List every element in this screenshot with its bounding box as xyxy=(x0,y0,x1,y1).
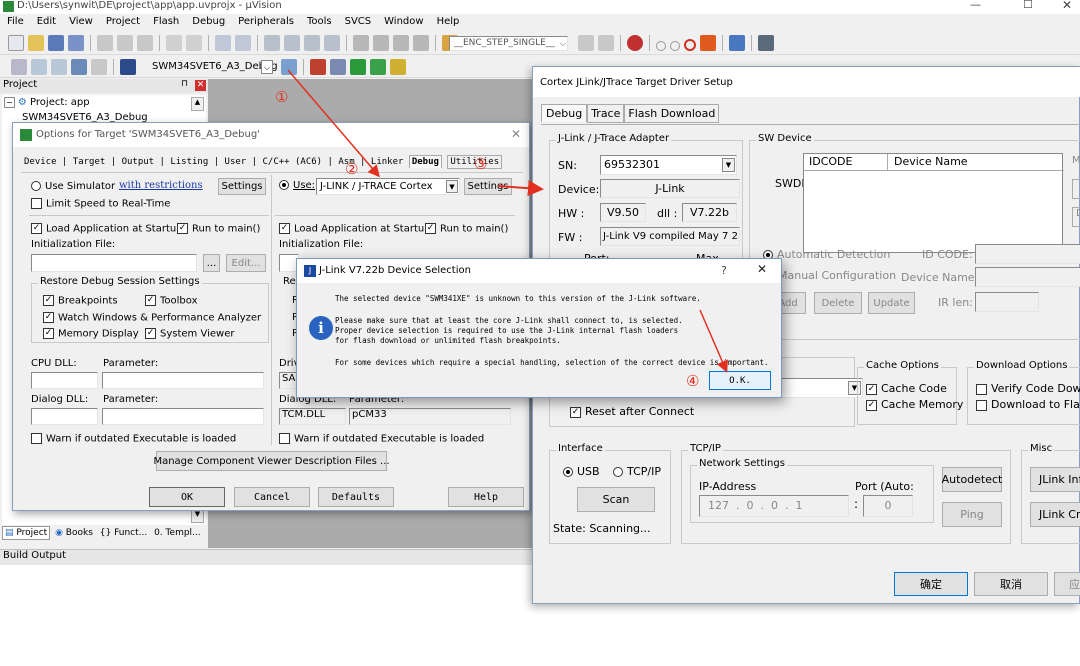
annotation-arrow-1 xyxy=(287,69,380,178)
annotation-3: ③ xyxy=(474,155,488,173)
annotation-4: ④ xyxy=(686,372,700,390)
annotation-arrows xyxy=(287,69,728,373)
annotation-arrow-4 xyxy=(699,309,728,373)
annotation-1: ① xyxy=(275,88,289,106)
annotation-2: ② xyxy=(345,160,359,178)
annotation-arrow-3 xyxy=(497,180,544,197)
